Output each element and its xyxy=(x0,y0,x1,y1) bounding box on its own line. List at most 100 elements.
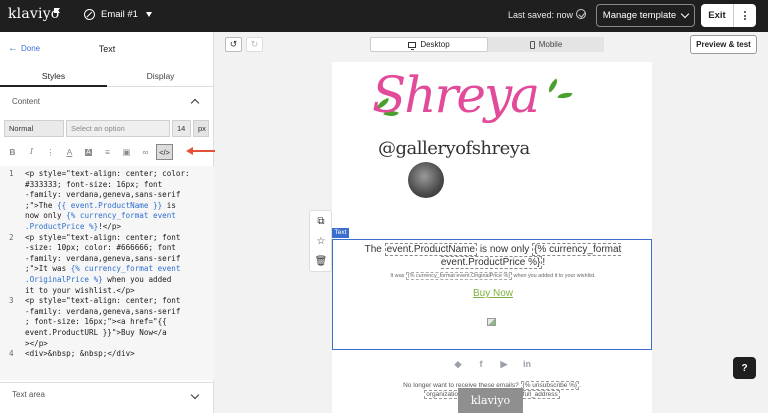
code-line: -family: verdana,geneva,sans-serif xyxy=(25,190,181,200)
font-size-input[interactable]: 14 xyxy=(172,120,191,137)
paragraph-format-select[interactable]: Normal xyxy=(4,120,64,137)
exit-button[interactable]: Exit xyxy=(701,10,733,21)
selected-text-block[interactable]: The event.ProductName is now only {% cur… xyxy=(332,239,652,350)
mobile-view-button[interactable]: Mobile xyxy=(488,37,604,52)
code-line: <p style="text-align: center; color: xyxy=(25,169,190,178)
desktop-label: Desktop xyxy=(420,40,450,49)
phone-icon xyxy=(529,40,535,49)
top-bar: klaviyo Email #1 Last saved: now Manage … xyxy=(0,0,768,32)
email-preview: Shreya @galleryofshreya Text The event.P… xyxy=(332,62,652,413)
brand-script-text: Shreya xyxy=(372,66,540,124)
star-icon[interactable]: ☆ xyxy=(315,235,327,247)
panel-header: Text ← Done xyxy=(0,32,214,64)
brand-subtitle: @galleryofshreya xyxy=(378,138,530,159)
annotation-arrow-icon xyxy=(186,146,193,155)
text-color-icon[interactable]: A xyxy=(61,144,78,160)
format-row: Normal Select an option 14 px xyxy=(4,120,209,137)
code-line: it to your wishlist.</p> xyxy=(25,285,135,295)
manage-template-label: Manage template xyxy=(602,10,677,21)
code-line: #333333; font-size: 16px; font xyxy=(25,179,163,189)
twitter-icon[interactable]: ◆ xyxy=(452,358,464,370)
content-section-header[interactable]: Content xyxy=(0,92,214,112)
image-placeholder-icon xyxy=(487,318,496,326)
code-line-number: 2 xyxy=(9,232,14,242)
code-line: ;">The {{ event.ProductName }} is xyxy=(25,200,176,210)
email-name: Email #1 xyxy=(101,9,138,20)
done-button[interactable]: ← Done xyxy=(8,42,41,54)
code-line: -family: verdana,geneva,sans-serif xyxy=(25,253,181,263)
facebook-icon[interactable]: f xyxy=(475,358,487,370)
code-line: -size: 10px; color: #666666; font xyxy=(25,243,176,253)
editor-toolbar: B I ⋮ A A ≡ ▣ ∞ </> xyxy=(4,144,173,160)
status-circle-icon xyxy=(84,9,95,20)
redo-icon[interactable]: ↻ xyxy=(246,37,263,52)
last-saved-status: Last saved: now xyxy=(508,10,574,20)
brand-emblem xyxy=(408,162,444,198)
code-line: .OriginalPrice %} when you added xyxy=(25,275,172,284)
saved-check-icon xyxy=(576,9,586,19)
chevron-up-icon xyxy=(190,98,200,108)
align-icon[interactable]: ≡ xyxy=(99,144,116,160)
monitor-icon xyxy=(408,41,417,50)
code-line-number: 1 xyxy=(9,169,14,178)
undo-redo-group: ↺ ↻ xyxy=(225,37,263,52)
original-price-text: It was {% currency_format event.Original… xyxy=(390,272,596,280)
youtube-icon[interactable]: ▶ xyxy=(498,358,510,370)
template-tag: {% unsubscribe %} xyxy=(520,381,580,390)
editor-canvas: ↺ ↻ Desktop Mobile Preview & test Shreya… xyxy=(215,32,768,413)
brand-logo-image[interactable]: Shreya @galleryofshreya xyxy=(362,66,592,210)
italic-icon[interactable]: I xyxy=(23,144,40,160)
text-area-label: Text area xyxy=(12,390,45,399)
undo-icon[interactable]: ↺ xyxy=(225,37,242,52)
code-line: -family: verdana,geneva,sans-serif xyxy=(25,306,181,316)
buy-now-link[interactable]: Buy Now xyxy=(343,288,643,299)
code-line: .ProductPrice %}!</p> xyxy=(25,222,122,231)
exit-button-group: Exit xyxy=(701,4,756,27)
leaf-icon xyxy=(557,90,573,101)
more-options-icon[interactable] xyxy=(734,11,756,20)
block-actions: ⧉ ☆ 🗑 xyxy=(309,210,332,272)
manage-template-button[interactable]: Manage template xyxy=(596,4,695,27)
chevron-down-icon xyxy=(680,9,690,19)
code-line: <p style="text-align: center; font xyxy=(25,232,181,242)
product-price-text: The event.ProductName is now only {% cur… xyxy=(364,243,622,269)
tab-display[interactable]: Display xyxy=(107,68,214,87)
code-line: ;">It was {% currency_format event xyxy=(25,264,181,274)
more-icon[interactable]: ⋮ xyxy=(42,144,59,160)
code-line: ; font-size: 16px;"><a href="{{ xyxy=(25,317,167,327)
done-label: Done xyxy=(21,44,41,53)
image-icon[interactable]: ▣ xyxy=(118,144,135,160)
text-area-section-header[interactable]: Text area xyxy=(0,382,214,406)
klaviyo-logo[interactable]: klaviyo xyxy=(8,6,59,22)
panel-tabs: Styles Display xyxy=(0,68,214,87)
block-type-tag: Text xyxy=(332,228,349,238)
preview-test-button[interactable]: Preview & test xyxy=(690,35,757,54)
link-icon[interactable]: ∞ xyxy=(137,144,154,160)
leaf-icon xyxy=(545,78,561,93)
back-arrow-icon: ← xyxy=(8,42,18,54)
code-line-number: 3 xyxy=(9,296,14,306)
code-line-number: 4 xyxy=(9,349,14,359)
tab-styles[interactable]: Styles xyxy=(0,68,107,87)
email-name-selector[interactable]: Email #1 xyxy=(84,9,152,20)
caret-down-icon xyxy=(145,12,152,17)
font-family-select[interactable]: Select an option xyxy=(66,120,170,137)
source-code-icon[interactable]: </> xyxy=(156,144,173,160)
duplicate-icon[interactable]: ⧉ xyxy=(315,215,327,227)
bold-icon[interactable]: B xyxy=(4,144,21,160)
help-button[interactable]: ? xyxy=(733,357,756,379)
mobile-label: Mobile xyxy=(538,40,563,49)
content-section-label: Content xyxy=(12,97,41,106)
desktop-view-button[interactable]: Desktop xyxy=(370,37,488,52)
trash-icon[interactable]: 🗑 xyxy=(315,255,328,267)
code-line: <p style="text-align: center; font xyxy=(25,296,181,306)
linkedin-icon[interactable]: in xyxy=(521,358,533,370)
code-editor[interactable]: 1 <p style="text-align: center; color: #33… xyxy=(0,166,214,380)
chevron-down-icon xyxy=(190,390,200,400)
code-line: ></p> xyxy=(25,338,48,348)
template-tag: {% currency_format event.OriginalPrice %… xyxy=(405,272,513,280)
device-view-toggle: Desktop Mobile xyxy=(370,37,604,52)
font-size-unit: px xyxy=(193,120,209,137)
code-line: <div>&nbsp; &nbsp;</div> xyxy=(25,349,135,359)
highlight-icon[interactable]: A xyxy=(80,144,97,160)
